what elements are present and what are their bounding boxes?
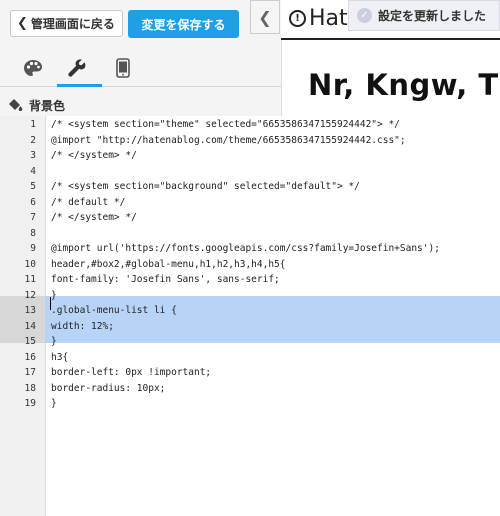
code-line[interactable]: 8 bbox=[0, 226, 500, 242]
css-editor[interactable]: 1 /* <system section="theme" selected="66… bbox=[0, 116, 500, 516]
code-line[interactable]: 19} bbox=[0, 396, 500, 412]
back-to-admin-label: 管理画面に戻る bbox=[30, 17, 115, 31]
line-number: 5 bbox=[30, 181, 36, 192]
code-text[interactable]: @import url('https://fonts.googleapis.co… bbox=[51, 241, 440, 257]
section-background-color[interactable]: 背景色 bbox=[8, 96, 65, 114]
smartphone-icon bbox=[116, 58, 130, 78]
line-number: 14 bbox=[24, 320, 36, 332]
code-line[interactable]: 14 width: 12%; bbox=[0, 319, 500, 335]
wrench-icon bbox=[68, 59, 86, 77]
line-number: 18 bbox=[24, 382, 36, 394]
line-number: 7 bbox=[30, 212, 36, 223]
code-text[interactable]: } bbox=[51, 334, 57, 350]
line-number: 11 bbox=[24, 274, 36, 285]
code-line[interactable]: 5 /* <system section="background" selecte… bbox=[0, 179, 500, 195]
panel-tabs bbox=[0, 50, 281, 87]
code-text[interactable]: width: 12%; bbox=[51, 319, 114, 335]
check-icon: ✓ bbox=[357, 8, 372, 23]
line-number: 15 bbox=[24, 336, 36, 347]
line-number: 9 bbox=[30, 243, 36, 254]
code-text[interactable]: /* </system> */ bbox=[51, 210, 137, 226]
code-line[interactable]: 17 border-left: 0px !important; bbox=[0, 365, 500, 381]
chevron-left-icon: ❮ bbox=[258, 7, 272, 27]
toast-text: 設定を更新しました bbox=[378, 9, 487, 23]
code-text[interactable]: /* <system section="theme" selected="665… bbox=[51, 117, 400, 133]
blog-title[interactable]: Nr, Kngw, Tk bbox=[308, 68, 500, 102]
line-number: 4 bbox=[30, 165, 36, 177]
code-text[interactable]: @import "http://hatenablog.com/theme/665… bbox=[51, 133, 406, 149]
line-number: 1 bbox=[30, 119, 36, 130]
line-number: 3 bbox=[30, 150, 36, 161]
code-text[interactable]: } bbox=[51, 396, 57, 412]
line-number: 2 bbox=[30, 134, 36, 146]
back-to-admin-button[interactable]: ❮ 管理画面に戻る bbox=[10, 10, 123, 37]
code-line[interactable]: 2 @import "http://hatenablog.com/theme/66… bbox=[0, 133, 500, 149]
line-number: 17 bbox=[24, 367, 36, 378]
update-toast: ✓ 設定を更新しました bbox=[348, 0, 500, 31]
code-line[interactable]: 9 @import url('https://fonts.googleapis.c… bbox=[0, 241, 500, 257]
code-line[interactable]: 18 border-radius: 10px; bbox=[0, 381, 500, 397]
code-line[interactable]: 10 header,#box2,#global-menu,h1,h2,h3,h4,… bbox=[0, 257, 500, 273]
code-text[interactable]: .global-menu-list li { bbox=[51, 303, 177, 319]
paint-bucket-icon bbox=[9, 99, 23, 111]
line-number: 12 bbox=[24, 289, 36, 301]
section-label: 背景色 bbox=[29, 98, 66, 113]
line-number: 10 bbox=[24, 258, 36, 270]
code-line[interactable]: 1 /* <system section="theme" selected="66… bbox=[0, 117, 500, 133]
palette-icon bbox=[24, 60, 42, 76]
code-line[interactable]: 6 /* default */ bbox=[0, 195, 500, 211]
code-text[interactable]: /* <system section="background" selected… bbox=[51, 179, 360, 195]
chevron-left-icon: ❮ bbox=[17, 16, 28, 31]
blog-logo[interactable]: ! Hat bbox=[289, 6, 348, 31]
code-line[interactable]: 13 .global-menu-list li { bbox=[0, 303, 500, 319]
collapse-panel-button[interactable]: ❮ bbox=[250, 0, 280, 34]
code-text[interactable]: font-family: 'Josefin Sans', sans-serif; bbox=[51, 272, 280, 288]
code-text[interactable]: border-left: 0px !important; bbox=[51, 365, 211, 381]
code-line[interactable]: 11 font-family: 'Josefin Sans', sans-seri… bbox=[0, 272, 500, 288]
line-number: 19 bbox=[24, 398, 36, 409]
code-line[interactable]: 15} bbox=[0, 334, 500, 350]
tab-mobile[interactable] bbox=[103, 50, 143, 86]
code-line[interactable]: 16 h3{ bbox=[0, 350, 500, 366]
code-line[interactable]: 7 /* </system> */ bbox=[0, 210, 500, 226]
logo-text: Hat bbox=[309, 6, 348, 31]
hatena-logo-icon: ! bbox=[289, 10, 306, 27]
panel-header: ❮ 管理画面に戻る 変更を保存する bbox=[0, 0, 281, 48]
text-cursor bbox=[50, 297, 51, 310]
code-text[interactable]: border-radius: 10px; bbox=[51, 381, 165, 397]
code-line[interactable]: 3 /* </system> */ bbox=[0, 148, 500, 164]
code-line[interactable]: 12} bbox=[0, 288, 500, 304]
code-text[interactable]: /* default */ bbox=[51, 195, 125, 211]
code-line[interactable]: 4 bbox=[0, 164, 500, 180]
save-changes-button[interactable]: 変更を保存する bbox=[128, 10, 239, 38]
line-number: 13 bbox=[24, 305, 36, 316]
tab-customize[interactable] bbox=[57, 50, 102, 87]
line-number: 6 bbox=[30, 196, 36, 208]
code-text[interactable]: header,#box2,#global-menu,h1,h2,h3,h4,h5… bbox=[51, 257, 286, 273]
line-number: 16 bbox=[24, 351, 36, 363]
code-text[interactable]: h3{ bbox=[51, 350, 68, 366]
code-text[interactable]: /* </system> */ bbox=[51, 148, 137, 164]
tab-theme[interactable] bbox=[13, 50, 53, 86]
line-number: 8 bbox=[30, 227, 36, 239]
code-text[interactable]: } bbox=[51, 288, 57, 304]
